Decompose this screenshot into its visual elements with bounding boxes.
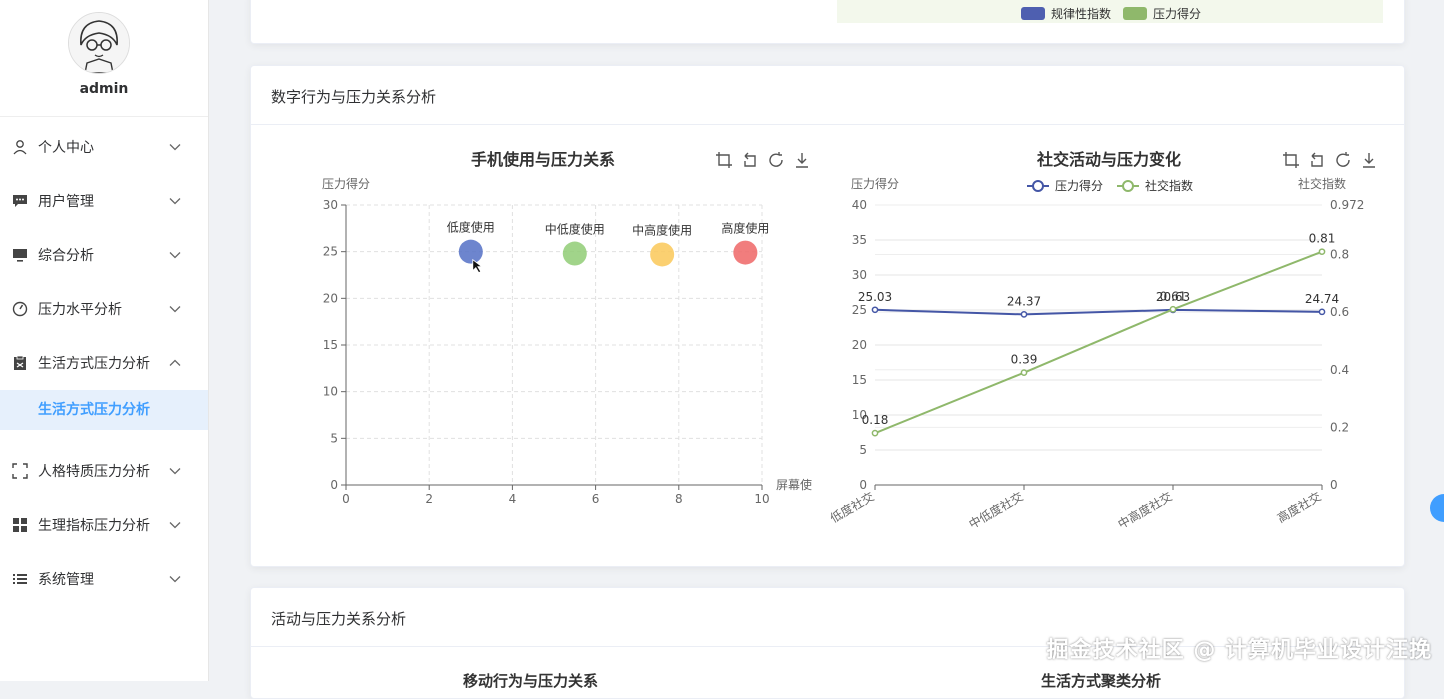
y-tick-label-right: 0.972 bbox=[1330, 198, 1364, 212]
series-point[interactable] bbox=[871, 429, 879, 437]
x-tick-label: 8 bbox=[675, 492, 683, 506]
data-label: 0.61 bbox=[1160, 289, 1187, 303]
series-line[interactable] bbox=[874, 250, 1323, 435]
y-tick-label-left: 30 bbox=[852, 268, 867, 282]
y-tick-label-right: 0.6 bbox=[1330, 305, 1349, 319]
y-tick-label: 20 bbox=[323, 291, 338, 305]
refresh-icon[interactable] bbox=[1336, 152, 1350, 167]
scatter-point-label: 中高度使用 bbox=[632, 222, 692, 237]
download-icon[interactable] bbox=[796, 153, 808, 168]
y-tick-label-left: 15 bbox=[852, 373, 867, 387]
refresh-icon-path bbox=[769, 152, 783, 167]
x-tick-label: 4 bbox=[509, 492, 517, 506]
y-axis-label: 压力得分 bbox=[322, 176, 370, 191]
series-point[interactable] bbox=[1318, 308, 1326, 316]
y-tick-label: 10 bbox=[323, 385, 338, 399]
crop-icon[interactable] bbox=[1283, 152, 1299, 168]
download-icon-path bbox=[1363, 153, 1375, 168]
y-tick-label-right: 0 bbox=[1330, 478, 1338, 492]
y-tick-label-right: 0.2 bbox=[1330, 420, 1349, 434]
undo-icon[interactable] bbox=[744, 152, 756, 167]
refresh-icon[interactable] bbox=[769, 152, 783, 167]
scatter-point-label: 中低度使用 bbox=[545, 222, 605, 237]
watermark: 掘金技术社区 @ 计算机毕业设计汪挽 bbox=[1046, 638, 1432, 663]
series-point[interactable] bbox=[1318, 248, 1326, 256]
scatter-point[interactable] bbox=[458, 239, 483, 264]
scatter-point[interactable] bbox=[562, 241, 587, 266]
scatter-point[interactable] bbox=[733, 240, 758, 265]
x-tick-label: 0 bbox=[342, 492, 350, 506]
card-title: 活动与压力关系分析 bbox=[271, 610, 407, 628]
series-point[interactable] bbox=[1020, 369, 1028, 377]
y-tick-label-left: 25 bbox=[852, 303, 867, 317]
data-label: 24.37 bbox=[1007, 294, 1041, 308]
y-tick-label-left: 35 bbox=[852, 233, 867, 247]
y-tick-label-left: 0 bbox=[859, 478, 867, 492]
refresh-icon-path bbox=[1336, 152, 1350, 167]
series-point[interactable] bbox=[1169, 305, 1177, 313]
y-tick-label-right: 0.4 bbox=[1330, 363, 1349, 377]
y-tick-label: 30 bbox=[323, 198, 338, 212]
y-tick-label: 0 bbox=[330, 478, 338, 492]
x-tick-label: 低度社交 bbox=[827, 489, 876, 526]
x-tick-label: 10 bbox=[754, 492, 769, 506]
undo-icon[interactable] bbox=[1311, 152, 1323, 167]
download-icon-path bbox=[796, 153, 808, 168]
x-tick-label: 2 bbox=[425, 492, 433, 506]
x-tick-label: 中高度社交 bbox=[1115, 489, 1174, 532]
data-label: 25.03 bbox=[858, 290, 892, 304]
legend-label: 压力得分 bbox=[1055, 178, 1103, 193]
charts-svg: 手机使用与压力关系压力得分0510152025300 2 4 6 8 10屏幕使低度使用中… bbox=[322, 150, 1375, 532]
scatter-point-label: 高度使用 bbox=[721, 221, 769, 236]
data-label: 24.74 bbox=[1305, 292, 1339, 306]
y-tick-label-left: 5 bbox=[859, 443, 867, 457]
x-tick-label: 6 bbox=[592, 492, 600, 506]
y-tick-label-right: 0.8 bbox=[1330, 248, 1349, 262]
crop-icon-path bbox=[716, 152, 732, 168]
undo-icon-path bbox=[744, 152, 756, 167]
chart-title: 社交活动与压力变化 bbox=[1036, 150, 1181, 169]
data-label: 0.18 bbox=[862, 413, 889, 427]
y-tick-label-left: 40 bbox=[852, 198, 867, 212]
undo-icon-path bbox=[1311, 152, 1323, 167]
y-tick-label-left: 20 bbox=[852, 338, 867, 352]
x-tick-label: 高度社交 bbox=[1274, 489, 1323, 526]
crop-icon[interactable] bbox=[716, 152, 732, 168]
crop-icon-path bbox=[1283, 152, 1299, 168]
y-tick-label: 5 bbox=[330, 431, 338, 445]
data-label: 0.39 bbox=[1011, 353, 1038, 367]
x-tick-label: 中低度社交 bbox=[966, 489, 1025, 532]
legend-marker[interactable] bbox=[1122, 180, 1134, 192]
y-axis-label-left: 压力得分 bbox=[851, 176, 899, 191]
download-icon[interactable] bbox=[1363, 153, 1375, 168]
legend-marker[interactable] bbox=[1032, 180, 1044, 192]
scatter-point[interactable] bbox=[650, 242, 675, 267]
series-point[interactable] bbox=[1020, 311, 1028, 318]
scatter-point-label: 低度使用 bbox=[447, 220, 495, 235]
y-tick-label: 25 bbox=[323, 245, 338, 259]
data-label: 0.81 bbox=[1309, 232, 1336, 246]
legend-label: 社交指数 bbox=[1145, 178, 1193, 193]
series-point[interactable] bbox=[871, 306, 879, 314]
x-axis-label: 屏幕使 bbox=[776, 477, 812, 492]
y-tick-label: 15 bbox=[323, 338, 338, 352]
chart-title: 手机使用与压力关系 bbox=[471, 150, 615, 169]
y-axis-label-right: 社交指数 bbox=[1298, 176, 1346, 191]
